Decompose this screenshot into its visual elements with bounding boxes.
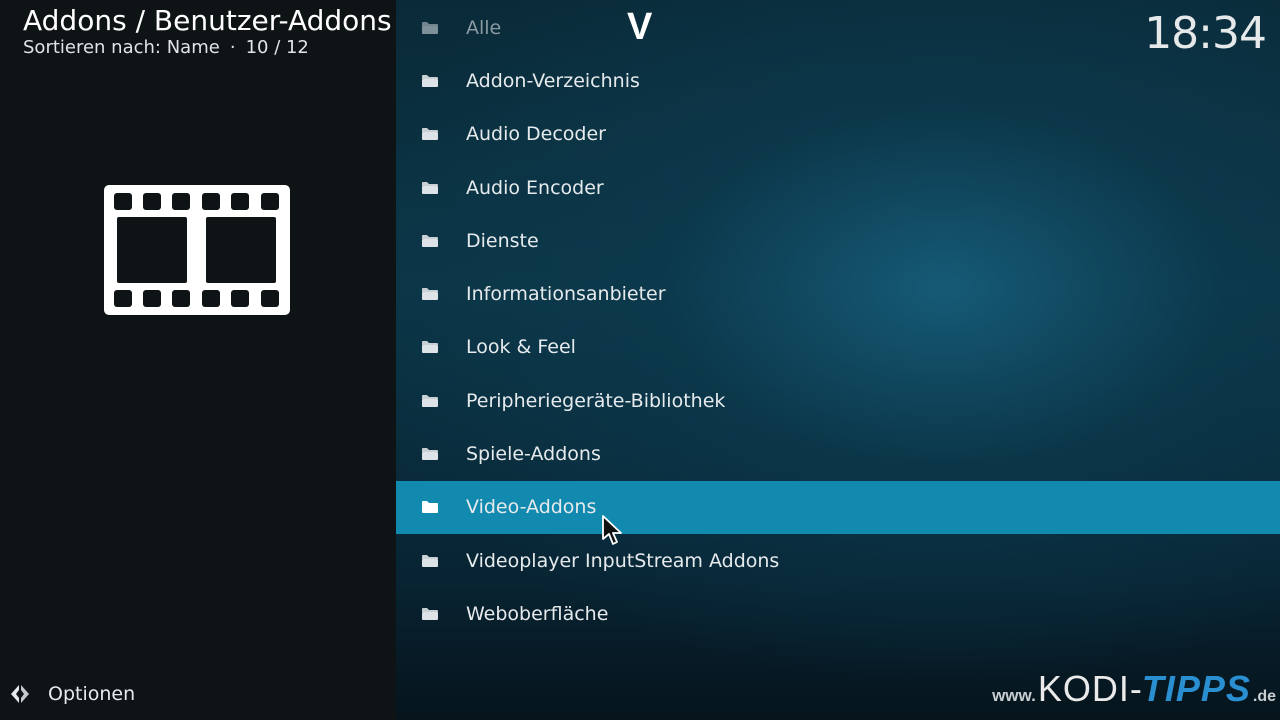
- page-title: Addons / Benutzer-Addons: [23, 4, 392, 37]
- list-item[interactable]: Audio Decoder: [396, 108, 1280, 161]
- watermark-domain: .de: [1252, 688, 1276, 705]
- folder-icon: [422, 448, 438, 461]
- folder-icon: [422, 341, 438, 354]
- watermark-kodi: KODI: [1037, 668, 1130, 709]
- folder-icon: [422, 288, 438, 301]
- list-item-label: Look & Feel: [466, 336, 576, 359]
- list-item[interactable]: Alle: [396, 1, 1280, 54]
- list-item-label: Dienste: [466, 229, 539, 252]
- list-item[interactable]: Video-Addons: [396, 480, 1280, 534]
- list-item-label: Informationsanbieter: [466, 283, 666, 306]
- watermark-logo: www. KODI - TIPPS .de: [992, 668, 1276, 710]
- list-item[interactable]: Videoplayer InputStream Addons: [396, 534, 1280, 587]
- list-item-label: Addon-Verzeichnis: [466, 69, 640, 92]
- watermark-tipps: TIPPS: [1141, 668, 1251, 709]
- options-arrows-icon: [11, 685, 29, 703]
- list-item-label: Audio Encoder: [466, 176, 604, 199]
- folder-icon: [422, 554, 438, 567]
- list-item-label: Weboberfläche: [466, 602, 609, 625]
- list-item-label: Video-Addons: [466, 496, 597, 519]
- folder-icon: [422, 234, 438, 247]
- watermark-www: www.: [992, 686, 1036, 705]
- list-item-label: Peripheriegeräte-Bibliothek: [466, 389, 726, 412]
- item-position: 10 / 12: [245, 37, 309, 58]
- left-info-panel: [0, 0, 396, 720]
- folder-icon: [422, 21, 438, 34]
- list-item[interactable]: Addon-Verzeichnis: [396, 54, 1280, 107]
- list-item[interactable]: Dienste: [396, 214, 1280, 267]
- list-item-label: Alle: [466, 16, 502, 39]
- folder-icon: [422, 181, 438, 194]
- watermark-dash: -: [1129, 668, 1142, 709]
- options-button[interactable]: Optionen: [8, 682, 135, 706]
- list-item-label: Videoplayer InputStream Addons: [466, 549, 780, 572]
- film-strip-icon: [104, 185, 290, 315]
- sort-separator: ·: [229, 37, 236, 58]
- list-item[interactable]: Look & Feel: [396, 321, 1280, 374]
- options-label: Optionen: [48, 683, 136, 705]
- list-item-label: Spiele-Addons: [466, 443, 601, 466]
- sort-info: Sortieren nach: Name · 10 / 12: [23, 37, 309, 58]
- sort-label: Sortieren nach: Name: [23, 37, 220, 58]
- list-item[interactable]: Weboberfläche: [396, 587, 1280, 640]
- mouse-pointer-icon: [602, 515, 622, 545]
- folder-icon: [422, 128, 438, 141]
- list-item[interactable]: Spiele-Addons: [396, 427, 1280, 480]
- addon-category-list: Alle Addon-Verzeichnis Audio Decoder Audio …: [396, 1, 1280, 641]
- folder-icon: [422, 394, 438, 407]
- folder-icon: [422, 607, 438, 620]
- folder-open-icon: [422, 501, 438, 514]
- list-item-label: Audio Decoder: [466, 123, 606, 146]
- list-item[interactable]: Audio Encoder: [396, 161, 1280, 214]
- list-item[interactable]: Peripheriegeräte-Bibliothek: [396, 374, 1280, 427]
- folder-icon: [422, 74, 438, 87]
- list-item[interactable]: Informationsanbieter: [396, 267, 1280, 320]
